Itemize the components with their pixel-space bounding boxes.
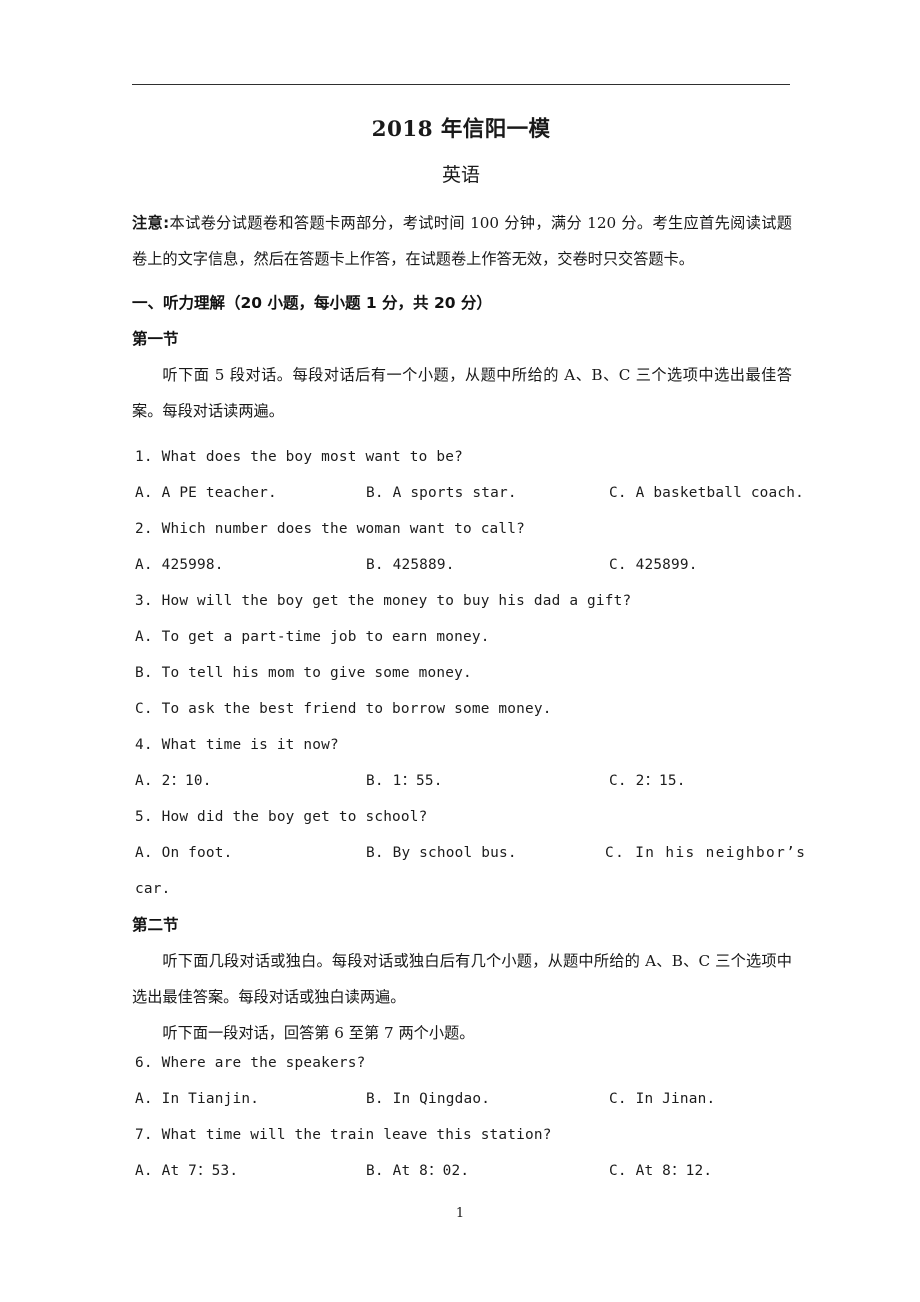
section-one-instruction: 听下面 5 段对话。每段对话后有一个小题，从题中所给的 A、B、C 三个选项中选… [132, 366, 792, 420]
option-row-6: A. In Tianjin. B. In Qingdao. C. In Jina… [135, 1081, 793, 1117]
option-5-c-continuation: car. [135, 881, 171, 897]
option-row-7: A. At 7：53. B. At 8：02. C. At 8：12. [135, 1153, 793, 1189]
option-7-a[interactable]: A. At 7：53. [135, 1153, 238, 1189]
option-4-b[interactable]: B. 1：55. [366, 763, 443, 799]
option-7-c[interactable]: C. At 8：12. [609, 1153, 712, 1189]
option-row-2: A. 425998. B. 425889. C. 425899. [135, 547, 793, 583]
option-7-b[interactable]: B. At 8：02. [366, 1153, 469, 1189]
part-one-heading: 一、听力理解（20 小题，每小题 1 分，共 20 分） [132, 294, 492, 312]
option-6-a[interactable]: A. In Tianjin. [135, 1081, 259, 1117]
option-1-b[interactable]: B. A sports star. [366, 475, 517, 511]
question-stem-5: 5. How did the boy get to school? [135, 809, 428, 825]
question-stem-1: 1. What does the boy most want to be? [135, 449, 463, 465]
question-stem-4: 4. What time is it now? [135, 737, 339, 753]
question-stem-7: 7. What time will the train leave this s… [135, 1127, 552, 1143]
header-divider [132, 84, 790, 85]
question-stem-3: 3. How will the boy get the money to buy… [135, 593, 632, 609]
section-two-instruction: 听下面几段对话或独白。每段对话或独白后有几个小题，从题中所给的 A、B、C 三个… [132, 952, 792, 1006]
page-number: 1 [455, 1206, 465, 1221]
option-6-c[interactable]: C. In Jinan. [609, 1081, 715, 1117]
question-stem-2: 2. Which number does the woman want to c… [135, 521, 526, 537]
option-1-c[interactable]: C. A basketball coach. [609, 475, 804, 511]
option-3-a[interactable]: A. To get a part-time job to earn money. [135, 619, 490, 655]
option-row-4: A. 2：10. B. 1：55. C. 2：15. [135, 763, 793, 799]
section-two-heading: 第二节 [132, 916, 179, 934]
notice-paragraph: 注意:本试卷分试题卷和答题卡两部分，考试时间 100 分钟，满分 120 分。考… [132, 205, 792, 277]
notice-text: 本试卷分试题卷和答题卡两部分，考试时间 100 分钟，满分 120 分。考生应首… [132, 214, 792, 268]
notice-label: 注意: [132, 214, 170, 232]
option-4-c[interactable]: C. 2：15. [609, 763, 686, 799]
question-stem-6: 6. Where are the speakers? [135, 1055, 366, 1071]
option-6-b[interactable]: B. In Qingdao. [366, 1081, 490, 1117]
option-3-b[interactable]: B. To tell his mom to give some money. [135, 655, 472, 691]
option-row-1: A. A PE teacher. B. A sports star. C. A … [135, 475, 804, 511]
option-5-b[interactable]: B. By school bus. [366, 835, 517, 871]
option-5-c[interactable]: C. In his neighbor’s [605, 835, 806, 871]
option-2-c[interactable]: C. 425899. [609, 547, 698, 583]
option-3-c[interactable]: C. To ask the best friend to borrow some… [135, 691, 552, 727]
subject-subtitle: 英语 [441, 164, 480, 186]
option-5-a[interactable]: A. On foot. [135, 835, 233, 871]
option-2-b[interactable]: B. 425889. [366, 547, 455, 583]
exam-paper-page: 2018 年信阳一模 英语 注意:本试卷分试题卷和答题卡两部分，考试时间 100… [0, 0, 920, 1302]
option-row-5: A. On foot. B. By school bus. C. In his … [135, 835, 805, 871]
option-4-a[interactable]: A. 2：10. [135, 763, 212, 799]
option-2-a[interactable]: A. 425998. [135, 547, 224, 583]
option-1-a[interactable]: A. A PE teacher. [135, 475, 277, 511]
page-title: 2018 年信阳一模 [371, 117, 551, 142]
section-one-heading: 第一节 [132, 330, 179, 348]
